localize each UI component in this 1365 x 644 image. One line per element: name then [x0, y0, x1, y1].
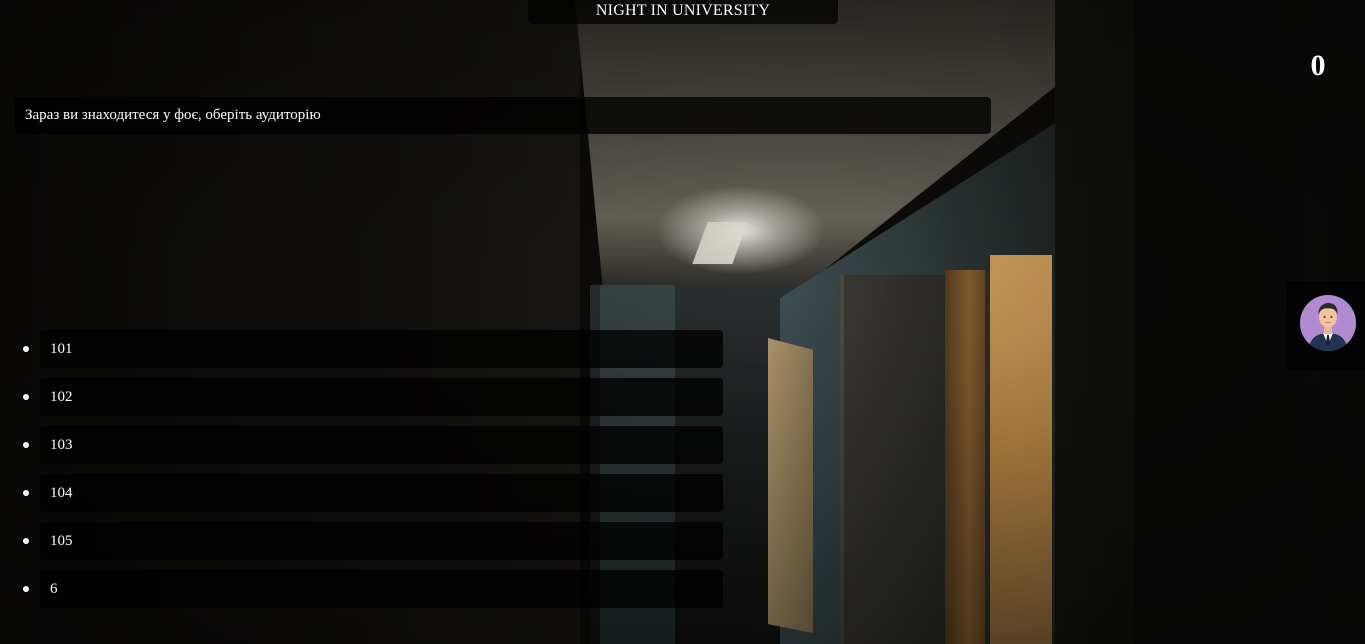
bullet [23, 490, 29, 496]
bullet [23, 442, 29, 448]
choice-item: 104 [0, 474, 723, 522]
choice-item: 105 [0, 522, 723, 570]
choice-button-102[interactable]: 102 [40, 378, 723, 416]
character-panel [1287, 281, 1365, 371]
choice-item: 6 [0, 570, 723, 618]
game-scene: NIGHT IN UNIVERSITY 0 Зараз ви знаходите… [0, 0, 1365, 644]
person-in-suit-icon[interactable] [1300, 295, 1356, 351]
dialog-message: Зараз ви знаходитеся у фоє, оберіть ауди… [15, 97, 991, 134]
choice-list: 101 102 103 104 105 6 [0, 330, 723, 618]
choice-button-101[interactable]: 101 [40, 330, 723, 368]
choice-button-105[interactable]: 105 [40, 522, 723, 560]
score-counter: 0 [1310, 49, 1326, 82]
choice-button-6[interactable]: 6 [40, 570, 723, 608]
choice-item: 102 [0, 378, 723, 426]
bullet [23, 346, 29, 352]
bullet [23, 394, 29, 400]
game-title: NIGHT IN UNIVERSITY [528, 0, 838, 24]
bullet [23, 586, 29, 592]
choice-item: 103 [0, 426, 723, 474]
bullet [23, 538, 29, 544]
choice-item: 101 [0, 330, 723, 378]
choice-button-103[interactable]: 103 [40, 426, 723, 464]
choice-button-104[interactable]: 104 [40, 474, 723, 512]
